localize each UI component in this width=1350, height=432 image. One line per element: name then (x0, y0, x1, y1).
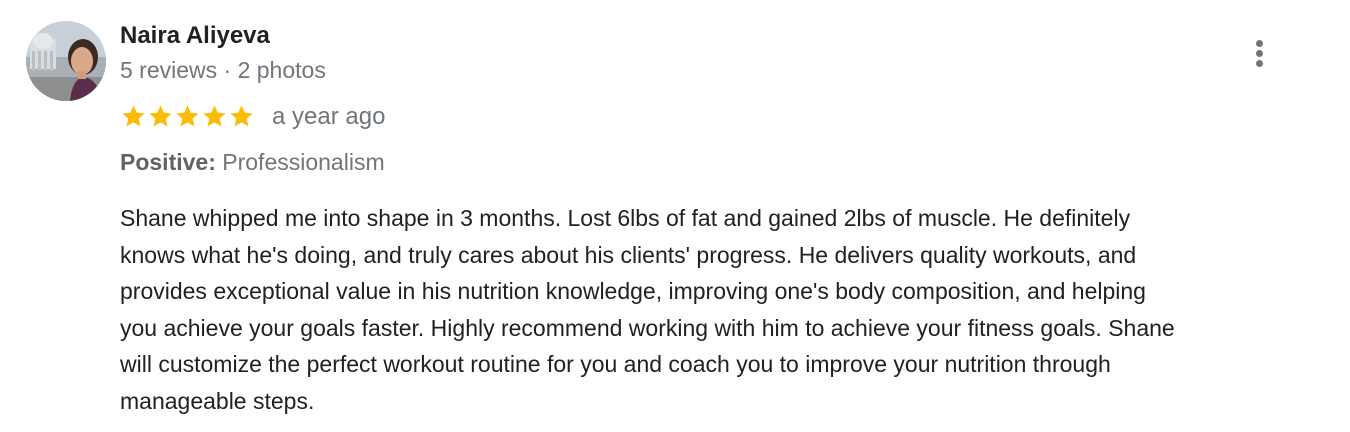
star-icon (176, 105, 199, 127)
review-text-line: provides exceptional value in his nutrit… (120, 278, 1146, 304)
star-icon (203, 105, 226, 127)
review-card: Naira Aliyeva 5 reviews · 2 photos a yea… (0, 0, 1350, 432)
attribute-value: Professionalism (222, 149, 385, 175)
review-text-line: you achieve your goals faster. Highly re… (120, 314, 1175, 341)
more-vert-icon-dot (1256, 60, 1263, 67)
attribute-label: Positive: (120, 149, 216, 175)
star-icon (230, 105, 253, 127)
review-attribute: Positive: Professionalism (120, 146, 385, 178)
review-time: a year ago (272, 103, 386, 130)
star-rating (120, 103, 255, 131)
review-text: Shane whipped me into shape in 3 months.… (120, 200, 1330, 419)
review-text-line: manageable steps. (120, 387, 315, 414)
star-icon (122, 105, 145, 127)
avatar[interactable] (26, 21, 106, 101)
reviewer-name[interactable]: Naira Aliyeva (120, 20, 270, 52)
review-text-line: knows what he's doing, and truly cares a… (120, 241, 1137, 268)
more-vert-icon (1256, 40, 1263, 47)
more-options-button[interactable] (1244, 36, 1276, 72)
review-text-line: Shane whipped me into shape in 3 months.… (120, 205, 1131, 231)
reviewer-meta[interactable]: 5 reviews · 2 photos (120, 54, 326, 86)
review-text-line: will customize the perfect workout routi… (120, 351, 1111, 377)
avatar-photo (26, 21, 106, 101)
star-icon (149, 105, 172, 127)
more-vert-icon-dot (1256, 50, 1263, 57)
